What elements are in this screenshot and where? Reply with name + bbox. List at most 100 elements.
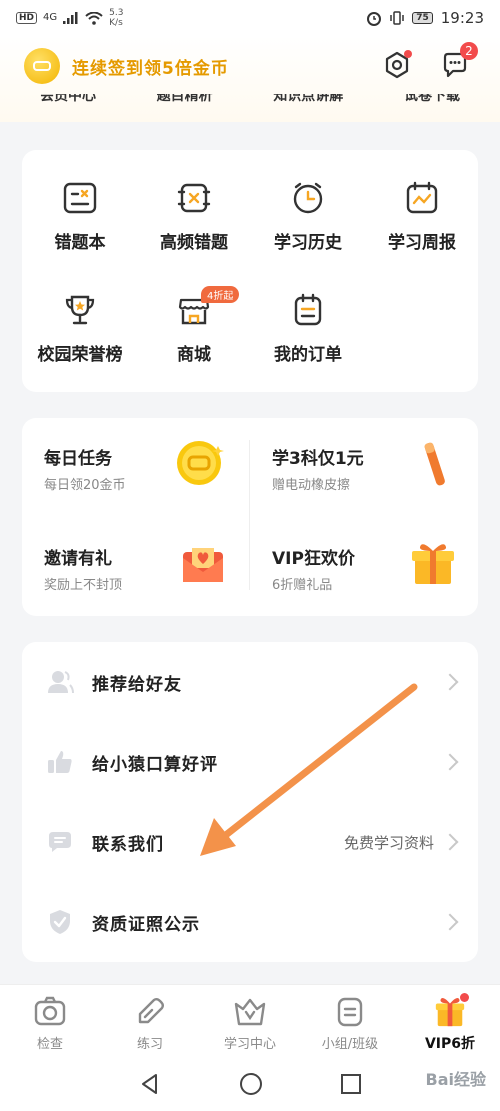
chevron-right-icon <box>441 673 459 691</box>
tool-my-orders[interactable]: 我的订单 <box>253 290 363 365</box>
clock-time: 19:23 <box>440 9 484 27</box>
tab-label: 学习中心 <box>223 1037 276 1052</box>
tab-learning-center[interactable]: 学习中心 <box>200 985 300 1056</box>
promo-title: VIP狂欢价 <box>272 549 355 569</box>
coin-badge-icon[interactable] <box>24 48 60 84</box>
tool-label: 学习历史 <box>274 233 342 253</box>
hd-indicator: HD <box>16 12 38 24</box>
clock-icon <box>293 182 323 214</box>
menu-label: 联系我们 <box>92 834 164 855</box>
tool-label: 商城 <box>177 345 211 365</box>
quick-links-strip: 会员中心 题目精析 知识点讲解 试卷下载 <box>20 94 480 116</box>
net-speed-unit: K/s <box>109 18 123 28</box>
recents-icon[interactable] <box>340 1073 362 1095</box>
thumbs-up-icon <box>46 748 74 776</box>
promo-daily-task[interactable]: 每日任务 每日领20金币 <box>22 418 242 508</box>
chevron-right-icon <box>441 753 459 771</box>
tab-vip[interactable]: VIP6折 <box>400 985 500 1056</box>
frequent-errors-icon <box>177 183 211 213</box>
tool-label: 校园荣誉榜 <box>37 345 123 365</box>
menu-rate-app[interactable]: 给小猿口算好评 <box>22 722 478 802</box>
wifi-icon <box>85 11 103 25</box>
tool-label: 错题本 <box>54 233 106 253</box>
calendar-chart-icon <box>406 181 438 214</box>
pencil-tag-icon <box>138 998 164 1024</box>
tool-honor-board[interactable]: 校园荣誉榜 <box>25 290 135 365</box>
menu-label: 给小猿口算好评 <box>92 754 218 775</box>
status-bar: HD 4G 5.3 K/s 75 19:23 <box>0 0 500 36</box>
settings-notification-dot <box>404 50 412 58</box>
tab-label: 练习 <box>136 1037 163 1052</box>
header: 连续签到领5倍金币 2 会员中心 题目精析 知识点讲解 试卷下载 <box>0 36 500 122</box>
people-icon <box>46 668 74 696</box>
tab-label: 检查 <box>36 1037 63 1052</box>
chat-bubble-icon <box>46 828 74 856</box>
message-count-badge: 2 <box>460 42 478 60</box>
tool-frequent-errors[interactable]: 高频错题 <box>139 178 249 253</box>
menu-contact-us[interactable]: 联系我们 免费学习资料 <box>22 802 478 882</box>
promo-vip-carnival[interactable]: VIP狂欢价 6折赠礼品 <box>250 518 470 608</box>
gift-box-icon <box>408 538 458 588</box>
back-icon[interactable] <box>138 1072 162 1096</box>
envelope-heart-icon <box>178 538 228 588</box>
quick-link[interactable]: 题目精析 <box>157 94 213 107</box>
vibrate-icon <box>390 11 404 25</box>
tab-practice[interactable]: 练习 <box>100 985 200 1056</box>
settings-button[interactable] <box>380 48 414 82</box>
shield-check-icon <box>46 908 74 936</box>
tab-group-class[interactable]: 小组/班级 <box>300 985 400 1056</box>
quick-link[interactable]: 会员中心 <box>40 94 96 107</box>
group-list-icon <box>337 997 363 1027</box>
tool-label: 高频错题 <box>160 233 228 253</box>
menu-card: 推荐给好友 给小猿口算好评 联系我们 免费学习资料 资质证照公示 <box>22 642 478 962</box>
camera-icon <box>34 996 66 1026</box>
chevron-right-icon <box>441 833 459 851</box>
discount-badge: 4折起 <box>201 286 240 303</box>
menu-certificates[interactable]: 资质证照公示 <box>22 882 478 962</box>
vip-notification-dot <box>460 993 469 1002</box>
trophy-icon <box>65 295 95 325</box>
tool-wrong-book[interactable]: 错题本 <box>25 178 135 253</box>
crown-v-icon <box>234 998 266 1026</box>
promo-title: 邀请有礼 <box>44 549 112 569</box>
tool-weekly-report[interactable]: 学习周报 <box>367 178 477 253</box>
promo-three-subjects[interactable]: 学3科仅1元 赠电动橡皮擦 <box>250 418 470 508</box>
quick-link[interactable]: 知识点讲解 <box>273 94 343 107</box>
menu-label: 推荐给好友 <box>92 674 182 695</box>
tool-label: 学习周报 <box>388 233 456 253</box>
network-type: 4G <box>43 12 58 23</box>
menu-recommend-friend[interactable]: 推荐给好友 <box>22 642 478 722</box>
quick-link[interactable]: 试卷下载 <box>404 94 460 107</box>
net-speed: 5.3 <box>109 8 124 18</box>
promo-invite[interactable]: 邀请有礼 奖励上不封顶 <box>22 518 242 608</box>
tool-label: 我的订单 <box>274 345 342 365</box>
chevron-right-icon <box>441 913 459 931</box>
signal-icon <box>63 12 78 24</box>
tools-card: 错题本 高频错题 学习历史 学习周报 校园荣誉榜 4折起 商城 我的订单 <box>22 150 478 392</box>
tab-label: 小组/班级 <box>321 1037 379 1052</box>
promo-title: 学3科仅1元 <box>272 449 364 469</box>
tool-study-history[interactable]: 学习历史 <box>253 178 363 253</box>
home-icon[interactable] <box>239 1072 263 1096</box>
gold-coin-icon <box>174 438 224 488</box>
promo-card: 每日任务 每日领20金币 学3科仅1元 赠电动橡皮擦 邀请有礼 奖励上不封顶 V… <box>22 418 478 616</box>
menu-extra-text: 免费学习资料 <box>343 833 434 852</box>
checkin-banner-title[interactable]: 连续签到领5倍金币 <box>72 54 229 79</box>
order-list-icon <box>294 293 322 326</box>
tab-check[interactable]: 检查 <box>0 985 100 1056</box>
wrong-book-icon <box>63 182 97 214</box>
eraser-icon <box>410 438 460 488</box>
promo-title: 每日任务 <box>44 449 112 469</box>
promo-subtitle: 赠电动橡皮擦 <box>272 478 351 493</box>
alarm-icon <box>367 12 382 26</box>
watermark: Bai经验 <box>425 1070 486 1089</box>
menu-label: 资质证照公示 <box>92 914 200 935</box>
tab-label: VIP6折 <box>424 1036 476 1052</box>
promo-subtitle: 每日领20金币 <box>44 478 126 493</box>
battery-level: 75 <box>412 12 433 24</box>
tool-shop[interactable]: 4折起 商城 <box>139 286 249 365</box>
promo-subtitle: 奖励上不封顶 <box>44 578 123 593</box>
bottom-tab-bar: 检查 练习 学习中心 小组/班级 VIP6折 <box>0 984 500 1056</box>
messages-button[interactable]: 2 <box>438 42 478 82</box>
promo-subtitle: 6折赠礼品 <box>272 578 333 593</box>
